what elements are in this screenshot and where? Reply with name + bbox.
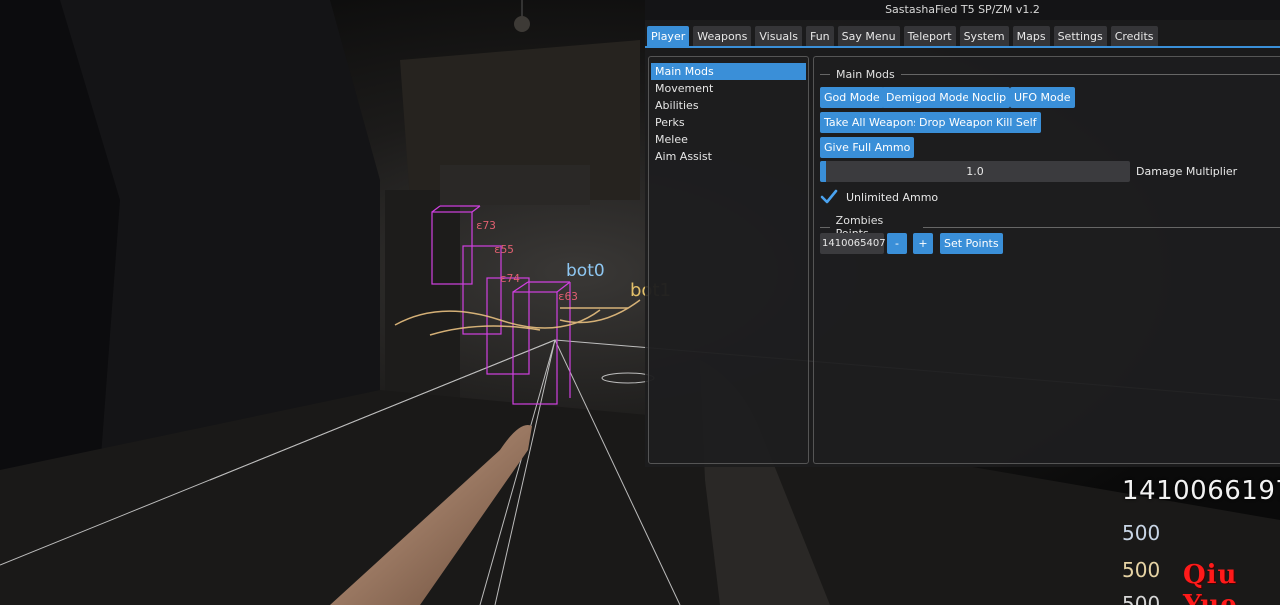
sidebar-item-movement[interactable]: Movement	[651, 80, 806, 97]
hud-teammate-score: 500	[1122, 521, 1161, 545]
drop-weapon-button[interactable]: Drop Weapon	[915, 112, 998, 133]
tab-settings[interactable]: Settings	[1053, 26, 1107, 47]
esp-player-name: bot0	[566, 261, 605, 281]
group-heading-main-mods: Main Mods	[820, 68, 1280, 81]
watermark: Qiu Yue	[1183, 560, 1238, 605]
menu-title: SastashaFied T5 SP/ZM v1.2	[645, 0, 1280, 20]
tab-visuals[interactable]: Visuals	[755, 26, 802, 47]
tab-credits[interactable]: Credits	[1110, 26, 1158, 47]
sidebar-item-perks[interactable]: Perks	[651, 114, 806, 131]
unlimited-ammo-checkbox[interactable]	[820, 188, 838, 206]
unlimited-ammo-row: Unlimited Ammo	[820, 187, 938, 207]
unlimited-ammo-label: Unlimited Ammo	[846, 190, 939, 204]
slider-value: 1.0	[966, 165, 984, 178]
mod-menu-window: SastashaFied T5 SP/ZM v1.2 Player Weapon…	[645, 0, 1280, 467]
esp-distance-label: ε73	[476, 219, 496, 232]
demigod-mode-button[interactable]: Demigod Mode	[882, 87, 974, 108]
tab-weapons[interactable]: Weapons	[693, 26, 752, 47]
hud-score: 1410066197	[1122, 476, 1280, 506]
group-heading-label: Main Mods	[836, 68, 895, 81]
sidebar-item-melee[interactable]: Melee	[651, 131, 806, 148]
noclip-button[interactable]: Noclip	[968, 87, 1011, 108]
kill-self-button[interactable]: Kill Self	[992, 112, 1041, 133]
sidebar-item-abilities[interactable]: Abilities	[651, 97, 806, 114]
hud-teammate-score: 500	[1122, 592, 1161, 605]
increase-points-button[interactable]: +	[913, 233, 933, 254]
tab-underline	[645, 46, 1280, 48]
tab-fun[interactable]: Fun	[805, 26, 834, 47]
esp-distance-label: ε55	[494, 243, 514, 256]
god-mode-button[interactable]: God Mode	[820, 87, 884, 108]
sidebar-list: Main Mods Movement Abilities Perks Melee…	[648, 56, 809, 464]
tab-bar: Player Weapons Visuals Fun Say Menu Tele…	[645, 26, 1158, 47]
damage-multiplier-label: Damage Multiplier	[1136, 165, 1238, 178]
hud-teammate-score: 500	[1122, 558, 1161, 582]
give-full-ammo-button[interactable]: Give Full Ammo	[820, 137, 915, 158]
tab-teleport[interactable]: Teleport	[903, 26, 956, 47]
tab-maps[interactable]: Maps	[1012, 26, 1050, 47]
main-mods-panel: Main Mods God Mode Demigod Mode Noclip U…	[813, 56, 1280, 464]
tab-player[interactable]: Player	[647, 26, 690, 47]
sidebar-item-main-mods[interactable]: Main Mods	[651, 63, 806, 80]
sidebar-item-aim-assist[interactable]: Aim Assist	[651, 148, 806, 165]
checkmark-icon	[820, 189, 838, 204]
esp-distance-label: ε74	[500, 272, 520, 285]
tab-say-menu[interactable]: Say Menu	[837, 26, 900, 47]
set-points-button[interactable]: Set Points	[940, 233, 1003, 254]
tab-system[interactable]: System	[959, 26, 1009, 47]
zombies-points-input[interactable]: 1410065407	[820, 233, 886, 254]
take-all-weapons-button[interactable]: Take All Weapons	[820, 112, 924, 133]
esp-distance-label: ε63	[558, 290, 578, 303]
damage-multiplier-slider[interactable]: 1.0	[820, 161, 1130, 182]
ufo-mode-button[interactable]: UFO Mode	[1010, 87, 1075, 108]
decrease-points-button[interactable]: -	[887, 233, 907, 254]
